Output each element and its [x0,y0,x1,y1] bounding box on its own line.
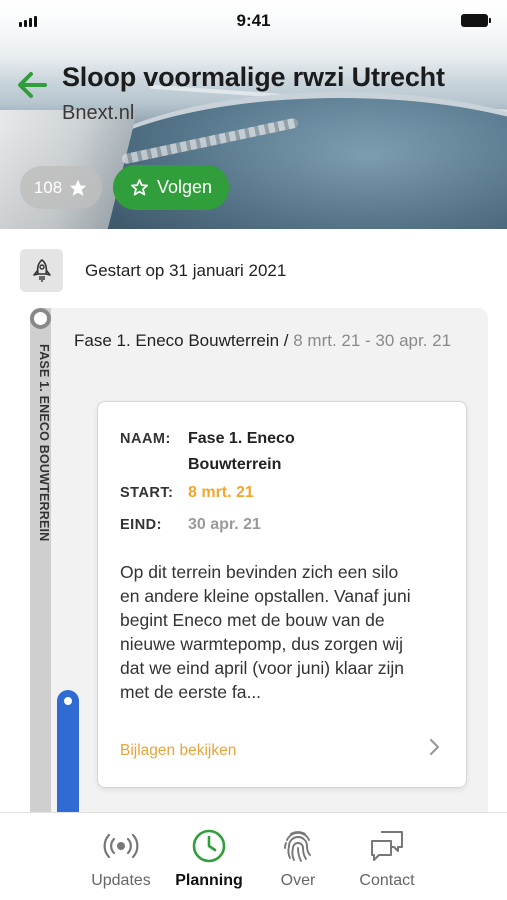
progress-dot [61,694,75,708]
tab-label-updates: Updates [91,872,151,889]
chat-icon [347,828,427,864]
end-row: EIND: 30 apr. 21 [120,512,348,538]
started-date: Gestart op 31 januari 2021 [85,260,287,280]
attachments-link[interactable]: Bijlagen bekijken [120,742,236,760]
follow-label: Volgen [156,177,213,197]
status-time: 9:41 [236,11,271,30]
name-value: Fase 1. Eneco Bouwterrein [188,430,295,473]
tab-updates[interactable]: Updates [81,828,161,890]
tab-planning[interactable]: Planning [169,828,249,890]
name-row: NAAM: Fase 1. Eneco Bouwterrein [120,426,348,478]
tab-label-contact: Contact [359,872,415,889]
star-count-badge: 108 [20,166,102,209]
tab-label-over: Over [280,872,316,889]
chevron-right-icon[interactable] [424,736,444,758]
follow-button[interactable]: Volgen [113,165,229,210]
page-subtitle: Bnext.nl [62,102,135,124]
name-key: NAAM: [120,431,171,447]
broadcast-icon [81,828,161,864]
page-title: Sloop voormalige rwzi Utrecht [62,62,445,92]
start-value: 8 mrt. 21 [188,484,254,501]
battery-icon [461,14,491,27]
arrow-left-icon [18,72,47,98]
progress-indicator [57,690,79,812]
tab-over[interactable]: Over [258,828,338,890]
start-row: START: 8 mrt. 21 [120,480,348,506]
phase-card: FASE 1. ENECO BOUWTERREIN Fase 1. Eneco … [30,308,488,812]
phase-title: Fase 1. Eneco Bouwterrein / [74,331,289,350]
back-button[interactable] [16,70,48,100]
star-count-value: 108 [33,177,63,197]
hero-header: 9:41 Sloop voormalige rwzi Utrecht Bnext… [0,0,507,229]
phase-heading: Fase 1. Eneco Bouwterrein / 8 mrt. 21 - … [74,326,464,356]
status-bar: 9:41 [0,0,507,40]
started-row: Gestart op 31 januari 2021 [20,249,286,292]
phase-detail-card[interactable]: NAAM: Fase 1. Eneco Bouwterrein START: 8… [97,401,467,788]
start-key: START: [120,485,174,501]
rail-start-dot [30,308,51,329]
phase-range: 8 mrt. 21 - 30 apr. 21 [293,331,452,350]
phase-rail: FASE 1. ENECO BOUWTERREIN [30,308,51,812]
fingerprint-icon [258,828,338,864]
clock-icon [169,828,249,864]
tab-contact[interactable]: Contact [347,828,427,890]
phase-description: Op dit terrein bevinden zich een silo en… [120,562,411,702]
tab-label-planning: Planning [175,872,243,889]
end-key: EIND: [120,517,162,533]
tab-bar: Updates Planning Over Contact [0,812,507,900]
phase-vertical-label: FASE 1. ENECO BOUWTERREIN [37,344,51,542]
star-filled-icon [69,179,87,196]
planning-timeline[interactable]: Gestart op 31 januari 2021 FASE 1. ENECO… [0,229,507,812]
end-value: 30 apr. 21 [188,516,261,533]
rocket-icon [20,249,63,292]
star-outline-icon [130,179,149,196]
